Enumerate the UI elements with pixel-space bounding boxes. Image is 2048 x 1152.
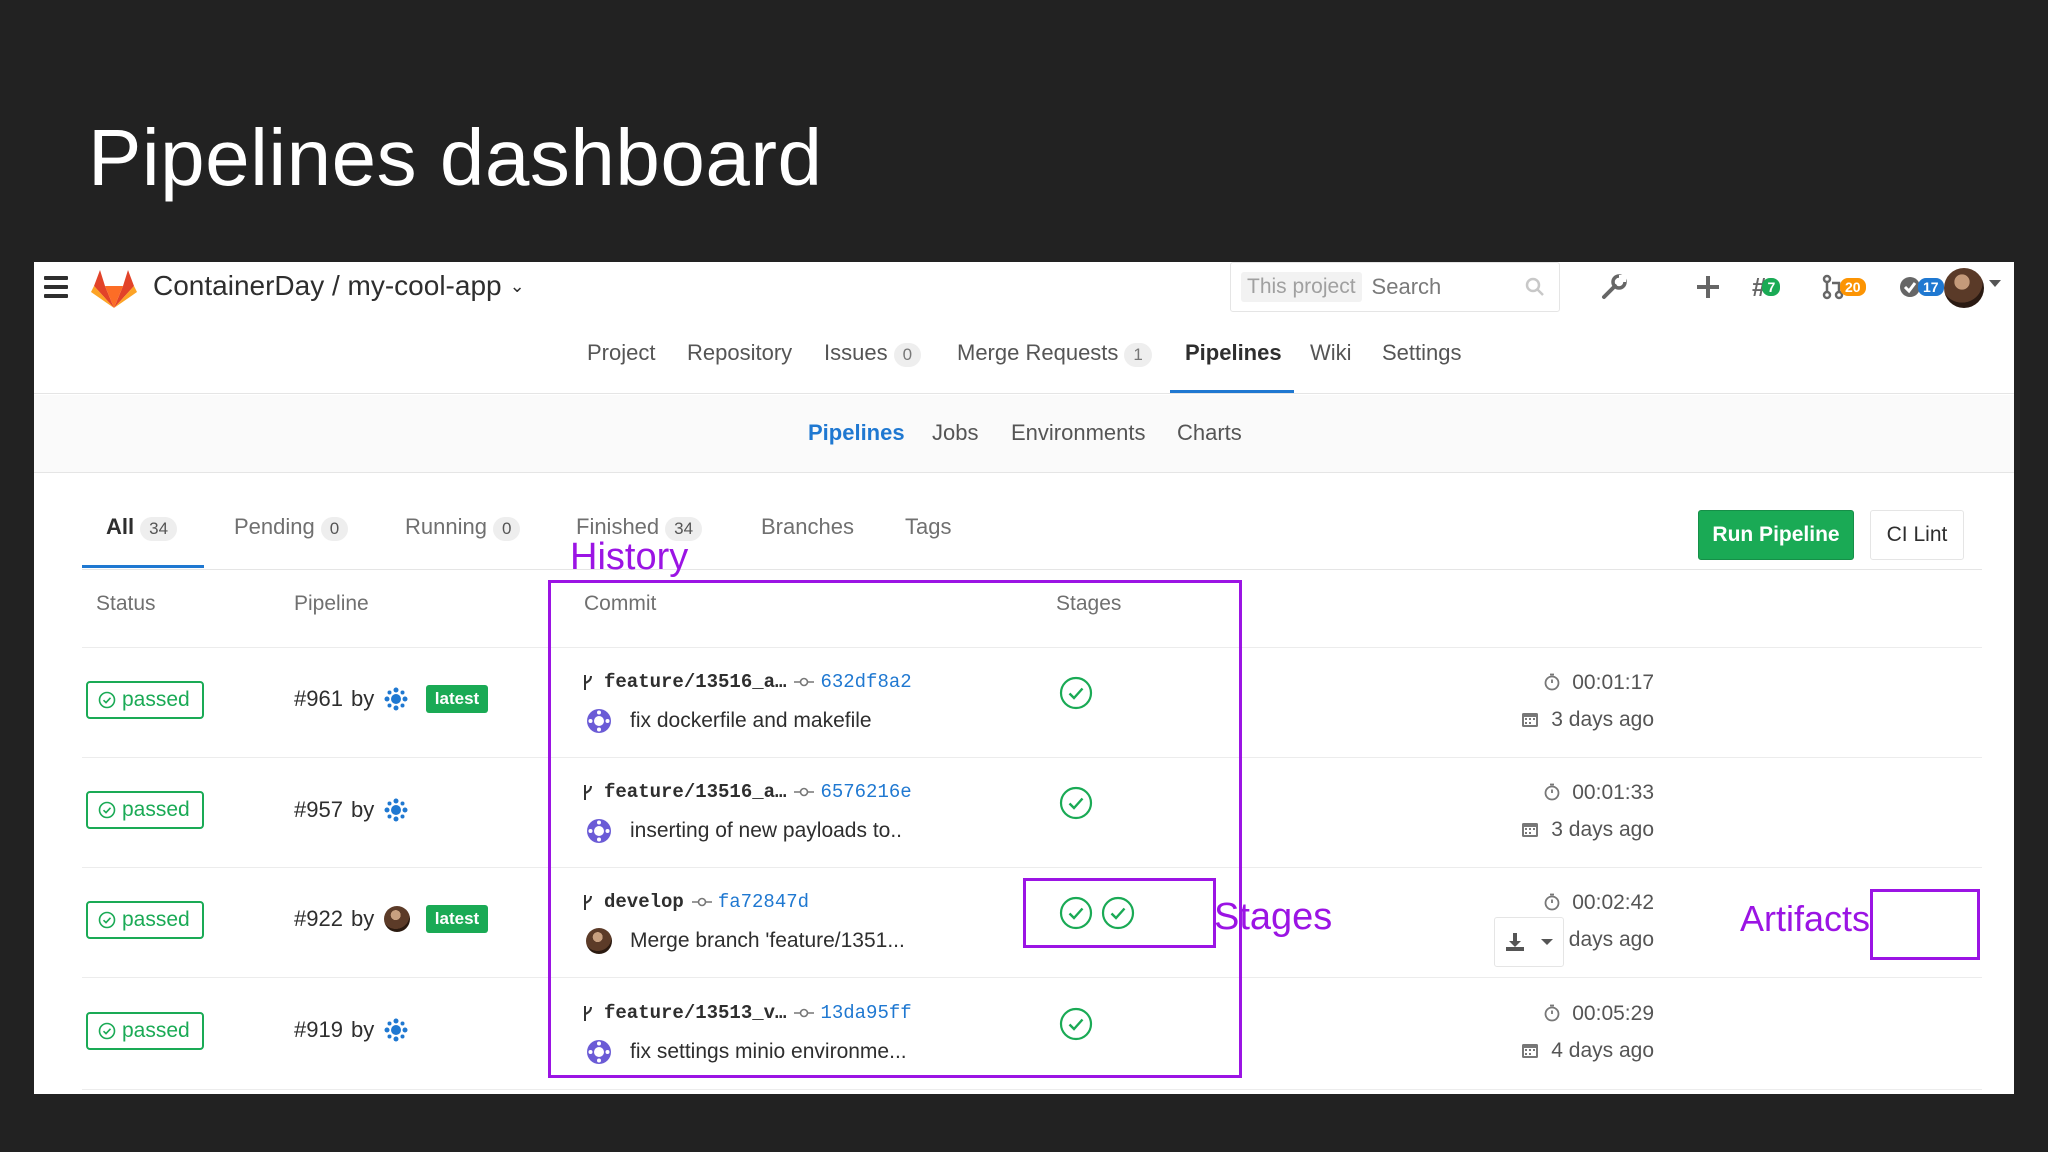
chevron-down-icon: ⌄: [509, 276, 525, 296]
active-tab-indicator: [82, 565, 204, 568]
download-icon: [1506, 933, 1524, 951]
status-label: passed: [122, 798, 190, 821]
artifacts-annotation-label: Artifacts: [1740, 898, 1871, 939]
duration: 00:02:42: [1504, 891, 1654, 915]
duration: 00:05:29: [1504, 1002, 1654, 1026]
caret-down-icon[interactable]: [1989, 280, 2001, 287]
plus-icon[interactable]: [1696, 272, 1720, 302]
status-label: passed: [122, 1019, 190, 1042]
run-pipeline-button[interactable]: Run Pipeline: [1698, 510, 1854, 560]
check-circle-icon: [98, 691, 116, 709]
calendar-icon: [1522, 713, 1539, 727]
pipeline-link[interactable]: #957 by: [294, 797, 408, 823]
slide-title: Pipelines dashboard: [88, 113, 823, 202]
artifacts-annotation-box: [1870, 889, 1980, 960]
tab-tags[interactable]: Tags: [905, 514, 951, 540]
nav-project[interactable]: Project: [587, 340, 655, 366]
calendar-icon: [1522, 823, 1539, 837]
nav-wiki[interactable]: Wiki: [1310, 340, 1352, 366]
stages-annotation-label: Stages: [1214, 896, 1333, 938]
timer-icon: [1544, 783, 1560, 801]
status-badge[interactable]: passed: [86, 1012, 204, 1050]
timer-icon: [1544, 1004, 1560, 1022]
history-annotation-label: History: [570, 536, 689, 578]
subnav-jobs[interactable]: Jobs: [932, 420, 978, 446]
active-nav-indicator: [1170, 390, 1294, 393]
tab-branches[interactable]: Branches: [761, 514, 854, 540]
merge-requests-count: 1: [1124, 343, 1152, 367]
nav-settings[interactable]: Settings: [1382, 340, 1462, 366]
stages-annotation-box: [1023, 878, 1216, 948]
timer-icon: [1544, 893, 1560, 911]
project-nav: Project Repository Issues 0 Merge Request…: [34, 314, 2014, 394]
menu-icon[interactable]: [44, 276, 68, 298]
search-scope[interactable]: This project: [1241, 272, 1362, 302]
latest-badge: latest: [426, 685, 488, 713]
header-pipeline: Pipeline: [294, 592, 369, 615]
issues-link[interactable]: 17: [1898, 272, 1944, 302]
search-placeholder: Search: [1371, 274, 1442, 299]
finished-at: 3 days ago: [1504, 818, 1654, 842]
merge-requests-link[interactable]: 20: [1822, 272, 1866, 302]
caret-down-icon: [1541, 939, 1553, 945]
tab-pending[interactable]: Pending 0: [234, 514, 349, 541]
pipelines-subnav: Pipelines Jobs Environments Charts: [34, 395, 2014, 473]
gitlab-logo[interactable]: [90, 268, 138, 310]
issues-count-badge: 17: [1918, 278, 1944, 296]
nav-pipelines[interactable]: Pipelines: [1185, 340, 1282, 366]
status-label: passed: [122, 688, 190, 711]
search-input[interactable]: This project Search: [1230, 262, 1560, 312]
subnav-environments[interactable]: Environments: [1011, 420, 1146, 446]
user-avatar: [384, 906, 411, 932]
top-bar: ContainerDay / my-cool-app ⌄ This project…: [34, 262, 2014, 314]
subnav-pipelines[interactable]: Pipelines: [808, 420, 905, 446]
check-circle-icon: [98, 911, 116, 929]
duration: 00:01:17: [1504, 671, 1654, 695]
finished-at: 3 days ago: [1504, 708, 1654, 732]
check-circle-icon: [98, 801, 116, 819]
tabs-divider: [82, 569, 1982, 570]
todos-link[interactable]: # 7: [1752, 272, 1781, 302]
subnav-charts[interactable]: Charts: [1177, 420, 1242, 446]
calendar-icon: [1522, 1044, 1539, 1058]
tab-running[interactable]: Running 0: [405, 514, 521, 541]
ci-lint-button[interactable]: CI Lint: [1870, 510, 1964, 560]
bot-avatar: [384, 798, 408, 822]
status-badge[interactable]: passed: [86, 681, 204, 719]
artifacts-download-button[interactable]: [1494, 917, 1564, 967]
wrench-icon[interactable]: [1600, 272, 1628, 302]
status-label: passed: [122, 908, 190, 931]
bot-avatar: [384, 1018, 408, 1042]
pipeline-link[interactable]: #961 by: [294, 686, 408, 712]
finished-at: 4 days ago: [1504, 1039, 1654, 1063]
nav-merge-requests[interactable]: Merge Requests 1: [957, 340, 1152, 367]
timer-icon: [1544, 673, 1560, 691]
row-divider: [82, 1089, 1982, 1090]
todos-count-badge: 7: [1762, 278, 1781, 296]
status-badge[interactable]: passed: [86, 901, 204, 939]
check-circle-icon: [98, 1022, 116, 1040]
duration: 00:01:33: [1504, 781, 1654, 805]
merge-requests-count-badge: 20: [1840, 278, 1866, 296]
pipeline-link[interactable]: #919 by: [294, 1017, 408, 1043]
pipeline-filter-tabs: All 34 Pending 0 Running 0 Finished 34 Branc…: [34, 474, 2014, 570]
header-status: Status: [96, 592, 156, 615]
history-annotation-box: [548, 580, 1242, 1078]
status-badge[interactable]: passed: [86, 791, 204, 829]
pipeline-link[interactable]: #922 by: [294, 906, 411, 932]
nav-repository[interactable]: Repository: [687, 340, 792, 366]
tab-all[interactable]: All 34: [106, 514, 178, 541]
project-path: ContainerDay / my-cool-app: [153, 270, 502, 301]
issues-count: 0: [893, 343, 922, 367]
latest-badge: latest: [426, 905, 488, 933]
search-icon[interactable]: [1525, 277, 1545, 297]
nav-issues[interactable]: Issues 0: [824, 340, 922, 367]
avatar[interactable]: [1944, 268, 1984, 308]
bot-avatar: [384, 687, 408, 711]
gitlab-window: ContainerDay / my-cool-app ⌄ This project…: [34, 262, 2014, 1094]
project-breadcrumb[interactable]: ContainerDay / my-cool-app ⌄: [153, 270, 525, 302]
